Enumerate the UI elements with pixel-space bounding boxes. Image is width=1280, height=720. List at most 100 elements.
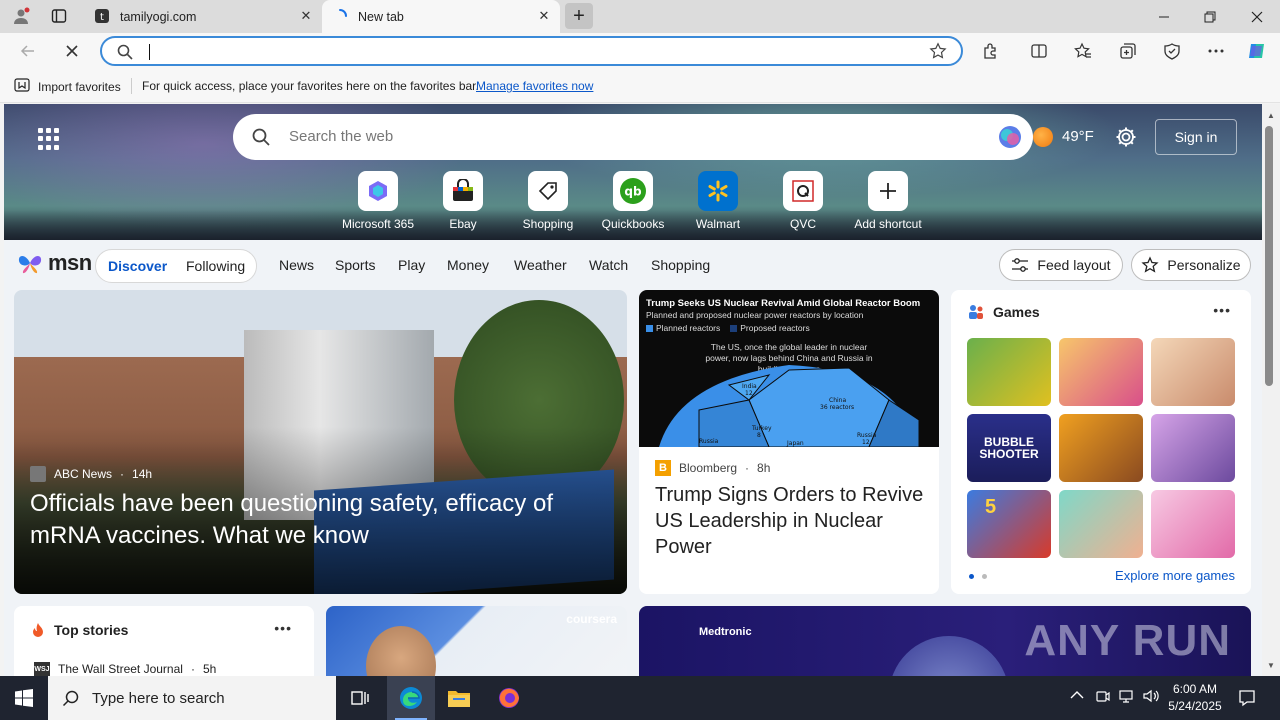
edge-icon — [400, 687, 422, 709]
split-screen-icon[interactable] — [1025, 38, 1053, 64]
games-title[interactable]: Games — [967, 304, 1040, 320]
shortcut-ebay[interactable]: Ebay — [418, 171, 508, 231]
scroll-thumb[interactable] — [1265, 126, 1273, 386]
taskbar-search-box[interactable]: Type here to search — [48, 676, 336, 720]
shortcut-walmart[interactable]: Walmart — [673, 171, 763, 231]
scroll-up-arrow-icon[interactable]: ▲ — [1262, 108, 1280, 122]
games-people-icon — [969, 305, 983, 319]
taskbar-clock[interactable]: 6:00 AM 5/24/2025 — [1160, 681, 1230, 715]
weather-temperature[interactable]: 49°F — [1062, 128, 1094, 145]
more-menu-icon[interactable] — [1202, 38, 1230, 64]
game-tile[interactable] — [967, 338, 1051, 406]
shortcut-add[interactable]: Add shortcut — [843, 171, 933, 231]
tab-following[interactable]: Following — [186, 258, 245, 274]
favorites-icon[interactable] — [1069, 38, 1097, 64]
game-tile[interactable] — [1059, 414, 1143, 482]
nav-money[interactable]: Money — [447, 257, 489, 273]
article-headline[interactable]: Trump Signs Orders to Revive US Leadersh… — [655, 482, 925, 560]
back-arrow-icon[interactable] — [14, 38, 42, 64]
taskbar-edge[interactable] — [387, 676, 435, 720]
favorite-star-icon[interactable] — [929, 42, 947, 63]
meet-now-icon[interactable] — [1095, 688, 1111, 707]
more-options-icon[interactable]: ••• — [274, 620, 292, 636]
windows-logo-icon — [15, 689, 33, 707]
tab-tamilyogi[interactable]: t tamilyogi.com ✕ — [84, 0, 322, 33]
personalize-button[interactable]: Personalize — [1131, 249, 1251, 281]
address-bar[interactable] — [100, 36, 963, 66]
app-launcher-icon[interactable] — [38, 128, 60, 150]
nav-news[interactable]: News — [279, 257, 314, 273]
import-favorites-button[interactable]: Import favorites — [14, 78, 121, 95]
profile-icon[interactable] — [8, 4, 34, 28]
taskbar-firefox[interactable] — [485, 676, 533, 720]
extensions-icon[interactable] — [977, 38, 1005, 64]
close-window-button[interactable] — [1234, 0, 1280, 33]
start-button[interactable] — [0, 676, 48, 720]
bloomberg-news-card[interactable]: Trump Seeks US Nuclear Revival Amid Glob… — [639, 290, 939, 594]
article-headline[interactable]: Officials have been questioning safety, … — [30, 488, 600, 552]
explore-more-games-link[interactable]: Explore more games — [1115, 568, 1235, 583]
close-tab-icon[interactable]: ✕ — [536, 8, 552, 24]
restore-button[interactable] — [1187, 0, 1233, 33]
manage-favorites-link[interactable]: Manage favorites now — [476, 79, 593, 93]
tab-actions-icon[interactable] — [46, 4, 72, 28]
article-source[interactable]: WSJ The Wall Street Journal · 5h — [34, 662, 216, 676]
tab-new-tab[interactable]: New tab ✕ — [322, 0, 560, 33]
new-tab-button[interactable]: + — [565, 3, 593, 29]
vertical-scrollbar[interactable]: ▲ ▼ — [1262, 104, 1280, 676]
game-tile[interactable] — [1151, 338, 1235, 406]
browser-essentials-icon[interactable] — [1158, 38, 1186, 64]
article-chart-image: Trump Seeks US Nuclear Revival Amid Glob… — [639, 290, 939, 447]
task-view-button[interactable] — [336, 676, 384, 720]
close-tab-icon[interactable]: ✕ — [298, 8, 314, 24]
stop-loading-icon[interactable] — [58, 38, 86, 64]
nav-shopping[interactable]: Shopping — [651, 257, 710, 273]
notification-center-button[interactable] — [1232, 676, 1262, 720]
microsoft365-icon — [358, 171, 398, 211]
search-icon — [116, 43, 134, 64]
svg-text:36 reactors: 36 reactors — [820, 404, 854, 411]
shortcut-shopping[interactable]: Shopping — [503, 171, 593, 231]
game-tile[interactable] — [1151, 490, 1235, 558]
scroll-down-arrow-icon[interactable]: ▼ — [1262, 658, 1280, 672]
clock-date: 5/24/2025 — [1168, 699, 1222, 713]
weather-sun-icon[interactable] — [1033, 127, 1053, 147]
copilot-icon[interactable] — [1243, 38, 1271, 64]
collections-icon[interactable] — [1114, 38, 1142, 64]
nav-watch[interactable]: Watch — [589, 257, 628, 273]
more-options-icon[interactable]: ••• — [1213, 302, 1231, 318]
address-input[interactable] — [148, 41, 908, 63]
copilot-icon[interactable] — [997, 124, 1023, 150]
network-icon[interactable] — [1118, 688, 1136, 707]
game-tile-bubble-shooter[interactable]: BUBBLE SHOOTER — [967, 414, 1051, 482]
tab-title: New tab — [358, 9, 404, 24]
windows-taskbar: Type here to search 6:00 AM 5/24/2025 — [0, 676, 1280, 720]
sign-in-button[interactable]: Sign in — [1155, 119, 1237, 155]
game-tile[interactable] — [1059, 490, 1143, 558]
settings-gear-icon[interactable] — [1115, 126, 1137, 148]
game-tile[interactable]: 5 — [967, 490, 1051, 558]
show-hidden-icons-chevron-icon[interactable] — [1070, 688, 1084, 703]
svg-text:qb: qb — [624, 185, 642, 199]
carousel-dots[interactable] — [969, 574, 987, 579]
taskbar-file-explorer[interactable] — [435, 676, 483, 720]
main-news-card[interactable]: ABC News · 14h Officials have been quest… — [14, 290, 627, 594]
shopping-tag-icon — [528, 171, 568, 211]
medtronic-ad-card[interactable]: Medtronic ANY RUN — [639, 606, 1251, 676]
nav-sports[interactable]: Sports — [335, 257, 375, 273]
volume-icon[interactable] — [1142, 688, 1160, 707]
nav-weather[interactable]: Weather — [514, 257, 567, 273]
feed-layout-button[interactable]: Feed layout — [999, 249, 1123, 281]
game-tile[interactable] — [1059, 338, 1143, 406]
msn-logo[interactable]: msn — [16, 250, 92, 276]
minimize-button[interactable] — [1141, 0, 1187, 33]
game-tile[interactable] — [1151, 414, 1235, 482]
tab-discover[interactable]: Discover — [108, 258, 167, 274]
web-search-box[interactable]: Search the web — [233, 114, 1033, 160]
shortcut-microsoft-365[interactable]: Microsoft 365 — [333, 171, 423, 231]
coursera-ad-card[interactable]: coursera — [326, 606, 627, 676]
shortcut-qvc[interactable]: QVC — [758, 171, 848, 231]
nav-play[interactable]: Play — [398, 257, 425, 273]
task-view-icon — [351, 691, 369, 705]
shortcut-quickbooks[interactable]: qb Quickbooks — [588, 171, 678, 231]
